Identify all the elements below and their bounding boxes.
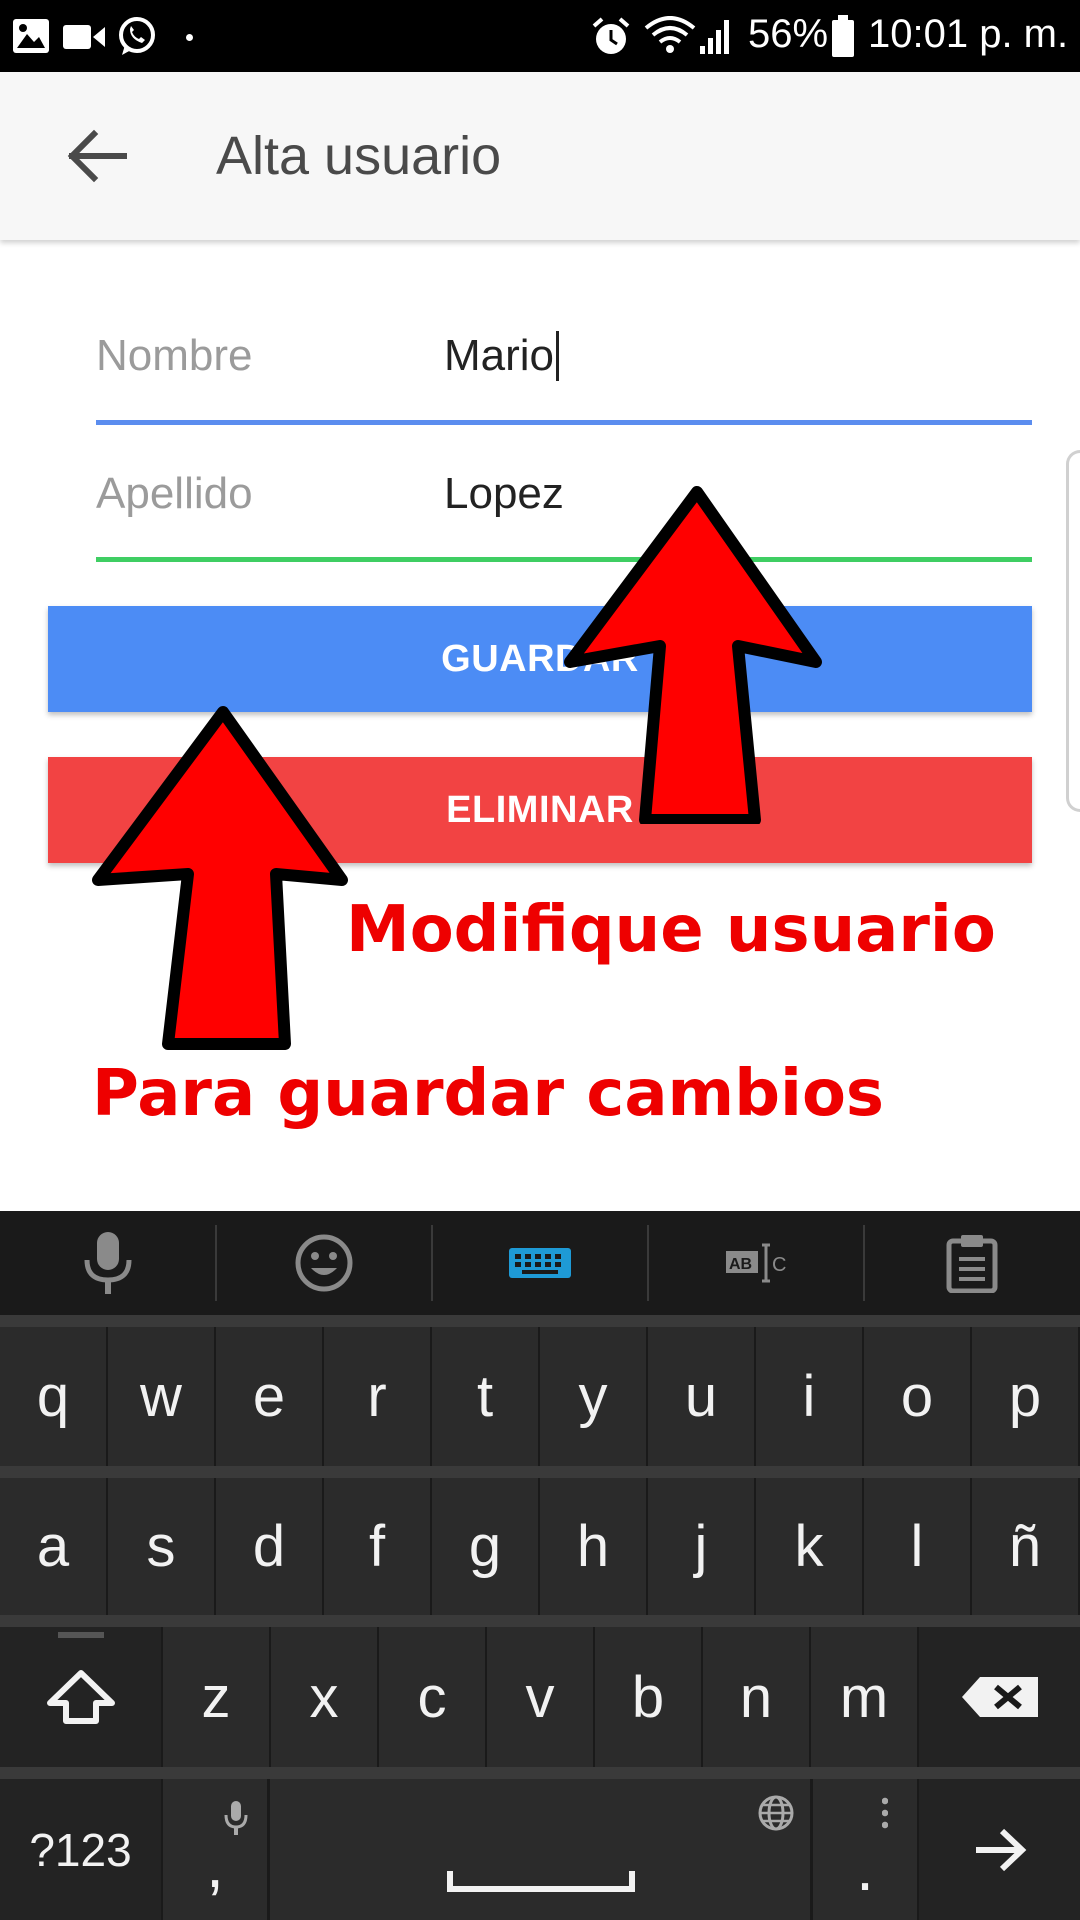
svg-text:C: C: [772, 1254, 786, 1276]
save-button[interactable]: GUARDAR: [48, 606, 1032, 712]
key-m[interactable]: m: [811, 1627, 917, 1767]
nombre-input[interactable]: Mario: [444, 328, 1030, 384]
key-j[interactable]: j: [648, 1478, 754, 1615]
key-u[interactable]: u: [648, 1327, 754, 1466]
key-t[interactable]: t: [432, 1327, 538, 1466]
key-z[interactable]: z: [163, 1627, 269, 1767]
mic-icon: [84, 1232, 132, 1294]
space-key[interactable]: [270, 1779, 810, 1920]
key-s[interactable]: s: [108, 1478, 214, 1615]
annotation-arrow-up-icon: [92, 706, 348, 1050]
app-bar: Alta usuario: [0, 72, 1080, 240]
video-icon: [63, 25, 105, 49]
shift-key[interactable]: [0, 1627, 161, 1767]
shift-indicator: [58, 1632, 104, 1638]
keyboard-toolbar-keyboard[interactable]: [432, 1211, 648, 1315]
key-ñ[interactable]: ñ: [972, 1478, 1078, 1615]
comma-label: ,: [206, 1828, 224, 1901]
battery-percent: 56%: [748, 12, 829, 56]
key-r[interactable]: r: [324, 1327, 430, 1466]
keyboard-toolbar-mic[interactable]: [0, 1211, 216, 1315]
globe-icon: [758, 1795, 794, 1831]
signal-icon: [700, 20, 729, 54]
keyboard-toolbar-clipboard[interactable]: [864, 1211, 1080, 1315]
apellido-label: Apellido: [96, 469, 253, 518]
keyboard: AB C ?123 , . q w e r t y u i o p a s d …: [0, 1211, 1080, 1920]
arrow-right-icon: [975, 1828, 1026, 1871]
emoji-icon: [295, 1234, 353, 1292]
mic-small-icon: [224, 1801, 248, 1835]
battery-icon: [832, 15, 854, 57]
image-icon: [13, 19, 49, 53]
wifi-icon: [644, 16, 696, 53]
key-o[interactable]: o: [864, 1327, 970, 1466]
key-q[interactable]: q: [0, 1327, 106, 1466]
key-v[interactable]: v: [487, 1627, 593, 1767]
key-y[interactable]: y: [540, 1327, 646, 1466]
clock: 10:01 p. m.: [868, 12, 1069, 56]
key-d[interactable]: d: [216, 1478, 322, 1615]
arrow-left-icon[interactable]: [62, 124, 132, 188]
svg-text:AB: AB: [729, 1256, 752, 1273]
key-n[interactable]: n: [703, 1627, 809, 1767]
status-bar: 56% 10:01 p. m.: [0, 0, 1080, 72]
enter-key[interactable]: [919, 1779, 1080, 1920]
whatsapp-icon: [119, 17, 155, 55]
backspace-icon: [961, 1677, 1038, 1717]
text-edit-icon: AB C: [726, 1243, 786, 1283]
dot-icon: [186, 34, 193, 41]
backspace-key[interactable]: [919, 1627, 1080, 1767]
key-h[interactable]: h: [540, 1478, 646, 1615]
symbols-key[interactable]: ?123: [0, 1779, 161, 1920]
annotation-save-text: Para guardar cambios: [92, 1057, 884, 1131]
shift-icon: [46, 1670, 115, 1724]
key-p[interactable]: p: [972, 1327, 1078, 1466]
annotation-arrow-up-icon: [564, 486, 822, 824]
key-l[interactable]: l: [864, 1478, 970, 1615]
period-key[interactable]: .: [813, 1779, 917, 1920]
keyboard-icon: [509, 1248, 571, 1278]
period-label: .: [856, 1831, 874, 1904]
scroll-indicator: [1066, 450, 1080, 812]
comma-key[interactable]: ,: [163, 1779, 267, 1920]
nombre-value: Mario: [444, 331, 555, 380]
key-i[interactable]: i: [756, 1327, 862, 1466]
space-icon: [447, 1871, 635, 1892]
nombre-label: Nombre: [96, 331, 253, 380]
clipboard-icon: [946, 1235, 998, 1293]
more-icon: [882, 1795, 888, 1829]
key-k[interactable]: k: [756, 1478, 862, 1615]
nombre-underline: [96, 420, 1032, 425]
key-x[interactable]: x: [271, 1627, 377, 1767]
alarm-icon: [592, 17, 630, 54]
key-a[interactable]: a: [0, 1478, 106, 1615]
key-g[interactable]: g: [432, 1478, 538, 1615]
key-w[interactable]: w: [108, 1327, 214, 1466]
key-e[interactable]: e: [216, 1327, 322, 1466]
key-b[interactable]: b: [595, 1627, 701, 1767]
page-title: Alta usuario: [216, 126, 502, 186]
key-f[interactable]: f: [324, 1478, 430, 1615]
key-c[interactable]: c: [379, 1627, 485, 1767]
keyboard-toolbar-text-edit[interactable]: AB C: [648, 1211, 864, 1315]
keyboard-toolbar-emoji[interactable]: [216, 1211, 432, 1315]
annotation-modify-text: Modifique usuario: [346, 893, 996, 967]
text-cursor: [556, 331, 560, 381]
